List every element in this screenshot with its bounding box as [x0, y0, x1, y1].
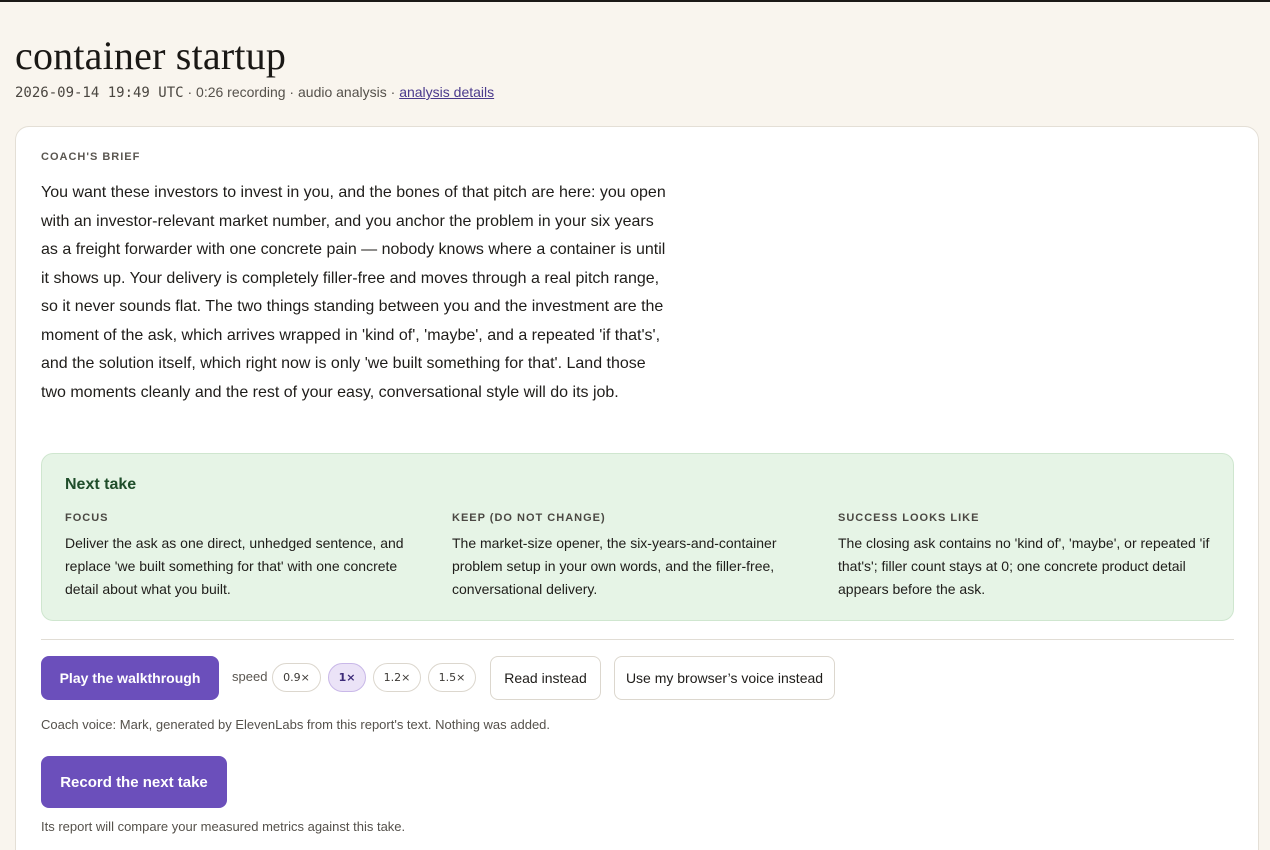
coach-brief-text: You want these investors to invest in yo…: [41, 184, 666, 401]
speed-label: speed: [232, 669, 268, 684]
report-meta: 2026-09-14 19:49 UTC · 0:26 recording · …: [15, 84, 494, 101]
analysis-details-link[interactable]: analysis details: [399, 84, 494, 100]
page-title: container startup: [15, 33, 287, 78]
voice-note: Coach voice: Mark, generated by ElevenLa…: [41, 717, 551, 732]
success-label: SUCCESS LOOKS LIKE: [838, 512, 980, 524]
next-take-panel: Next take FOCUS Deliver the ask as one d…: [41, 453, 1234, 621]
browser-voice-button[interactable]: Use my browser’s voice instead: [614, 656, 835, 700]
report-card: COACH'S BRIEF You want these investors t…: [15, 126, 1259, 850]
compare-note: Its report will compare your measured me…: [41, 819, 406, 834]
coach-brief-label: COACH'S BRIEF: [41, 151, 141, 163]
meta-separator: ·: [386, 84, 400, 100]
next-take-title: Next take: [65, 476, 137, 493]
speed-option-1-5[interactable]: 1.5×: [428, 663, 476, 692]
record-next-take-button[interactable]: Record the next take: [41, 756, 227, 808]
success-text: The closing ask contains no 'kind of', '…: [838, 535, 1210, 597]
speed-option-1[interactable]: 1×: [328, 663, 366, 692]
keep-column: KEEP (DO NOT CHANGE) The market-size ope…: [452, 512, 814, 601]
meta-separator: ·: [183, 84, 197, 100]
success-column: SUCCESS LOOKS LIKE The closing ask conta…: [838, 512, 1218, 601]
focus-text: Deliver the ask as one direct, unhedged …: [65, 535, 404, 597]
focus-label: FOCUS: [65, 512, 109, 524]
read-instead-button[interactable]: Read instead: [490, 656, 601, 700]
recording-duration: 0:26 recording: [196, 84, 286, 100]
timestamp: 2026-09-14 19:49 UTC: [15, 85, 184, 101]
speed-option-0-9[interactable]: 0.9×: [272, 663, 321, 692]
play-walkthrough-button[interactable]: Play the walkthrough: [41, 656, 219, 700]
analysis-type: audio analysis: [298, 84, 387, 100]
meta-separator: ·: [285, 84, 298, 100]
section-divider: [41, 639, 1234, 640]
keep-text: The market-size opener, the six-years-an…: [452, 535, 777, 597]
keep-label: KEEP (DO NOT CHANGE): [452, 512, 606, 524]
speed-option-1-2[interactable]: 1.2×: [373, 663, 421, 692]
focus-column: FOCUS Deliver the ask as one direct, unh…: [65, 512, 427, 601]
